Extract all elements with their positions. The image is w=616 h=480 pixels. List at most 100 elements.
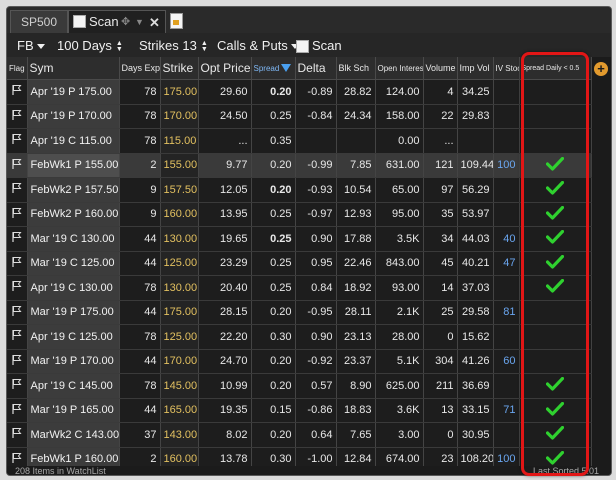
flag-icon[interactable]: [12, 354, 22, 369]
col-opt-price[interactable]: Opt Price: [198, 57, 252, 80]
table-row[interactable]: Mar '19 P 165.00 44 165.00 19.35 0.15 -0.86 18…: [7, 398, 592, 423]
col-flag[interactable]: Flag: [7, 57, 28, 80]
cell-iv-stoc: 40: [493, 226, 520, 252]
scan-checkbox[interactable]: [296, 39, 309, 53]
table-row[interactable]: FebWk2 P 160.00 9 160.00 13.95 0.25 -0.97 12.9…: [7, 202, 592, 227]
col-days-exp[interactable]: Days Exp: [119, 57, 161, 80]
flag-icon[interactable]: [12, 183, 22, 197]
cell-blk-sch: 23.37: [336, 349, 376, 374]
cell-iv-stoc: 100: [493, 153, 520, 178]
flag-icon[interactable]: [12, 305, 22, 320]
flag-icon[interactable]: [12, 158, 22, 173]
table-row[interactable]: Apr '19 C 130.00 78 130.00 20.40 0.25 0.84 18.…: [7, 275, 592, 301]
cell-opt-price: 8.02: [198, 422, 252, 448]
cell-days-exp: 2: [119, 153, 161, 178]
flag-icon[interactable]: [12, 134, 22, 148]
cell-flag: [7, 104, 28, 129]
col-open-interest[interactable]: Open Interest: [375, 57, 424, 80]
cell-delta: 0.90: [295, 226, 337, 252]
flag-icon[interactable]: [12, 256, 22, 271]
cell-open-interest: 0.00: [375, 128, 424, 154]
cell-imp-vol: 29.83: [457, 104, 494, 129]
col-sym[interactable]: Sym: [27, 57, 120, 80]
cell-iv-stoc: [493, 79, 520, 105]
new-tab-icon[interactable]: [170, 13, 183, 29]
symbol-dropdown[interactable]: FB: [17, 37, 45, 55]
cell-days-exp: 78: [119, 275, 161, 301]
flag-icon[interactable]: [12, 281, 22, 295]
cell-opt-price: 28.15: [198, 300, 252, 325]
cell-sym: FebWk1 P 155.00: [27, 153, 120, 178]
cell-blk-sch: 10.54: [336, 177, 376, 203]
cell-strike: 170.00: [160, 104, 199, 129]
stepper-icon[interactable]: ▲ ▼: [116, 40, 123, 53]
cell-spread: 0.25: [251, 275, 296, 301]
move-icon[interactable]: ✥: [121, 11, 130, 34]
cell-open-interest: 2.1K: [375, 300, 424, 325]
table-row[interactable]: Mar '19 C 125.00 44 125.00 23.29 0.25 0.95 22.…: [7, 251, 592, 276]
table-row[interactable]: MarWk2 C 143.00 37 143.00 8.02 0.20 0.64 7.65 3…: [7, 422, 592, 448]
close-icon[interactable]: ✕: [149, 11, 160, 34]
days-label: 100 Days: [57, 38, 112, 53]
cell-open-interest: 93.00: [375, 275, 424, 301]
table-row[interactable]: FebWk1 P 155.00 2 155.00 9.77 0.20 -0.99 7.85 6…: [7, 153, 592, 178]
cell-delta: [295, 128, 337, 154]
cell-imp-vol: 36.69: [457, 373, 494, 399]
header-row: Flag Sym Days Exp Strike Opt Price Sprea…: [7, 57, 592, 80]
table-row[interactable]: Apr '19 C 145.00 78 145.00 10.99 0.20 0.57 8.9…: [7, 373, 592, 399]
cell-blk-sch: 18.92: [336, 275, 376, 301]
flag-icon[interactable]: [12, 232, 22, 246]
table-row[interactable]: FebWk2 P 157.50 9 157.50 12.05 0.20 -0.93 10.5…: [7, 177, 592, 203]
flag-icon[interactable]: [12, 330, 22, 344]
stepper-icon[interactable]: ▲ ▼: [201, 40, 208, 53]
flag-icon[interactable]: [12, 207, 22, 222]
cell-imp-vol: 37.03: [457, 275, 494, 301]
col-delta[interactable]: Delta: [295, 57, 337, 80]
flag-icon[interactable]: [12, 452, 22, 467]
cell-flag: [7, 398, 28, 423]
table-row[interactable]: Apr '19 P 170.00 78 170.00 24.50 0.25 -0.84 24…: [7, 104, 592, 129]
flag-icon[interactable]: [12, 379, 22, 393]
col-spread[interactable]: Spread: [251, 57, 296, 80]
cell-days-exp: 78: [119, 373, 161, 399]
tab-sp500[interactable]: SP500: [10, 10, 68, 34]
flag-icon[interactable]: [12, 85, 22, 99]
scan-label: Scan: [312, 38, 342, 53]
table-row[interactable]: Apr '19 P 175.00 78 175.00 29.60 0.20 -0.89 28…: [7, 79, 592, 105]
col-imp-vol[interactable]: Imp Vol: [457, 57, 494, 80]
days-stepper[interactable]: 100 Days ▲ ▼: [57, 37, 123, 55]
table-row[interactable]: Mar '19 P 175.00 44 175.00 28.15 0.20 -0.95 28…: [7, 300, 592, 325]
col-iv-stoc[interactable]: IV Stoc: [493, 57, 520, 80]
cell-spread: 0.20: [251, 349, 296, 374]
cell-open-interest: 5.1K: [375, 349, 424, 374]
table-row[interactable]: Mar '19 P 170.00 44 170.00 24.70 0.20 -0.92 23…: [7, 349, 592, 374]
scan-checkbox[interactable]: [73, 14, 86, 28]
flag-icon[interactable]: [12, 428, 22, 442]
calls-puts-dropdown[interactable]: Calls & Puts: [217, 37, 299, 55]
flag-icon[interactable]: [12, 403, 22, 418]
scan-popup[interactable]: Scan: [73, 12, 119, 30]
table-row[interactable]: Apr '19 C 125.00 78 125.00 22.20 0.30 0.90 23.…: [7, 324, 592, 350]
strikes-label: Strikes 13: [139, 38, 197, 53]
scan-toggle[interactable]: Scan: [296, 37, 342, 55]
cell-flag: [7, 177, 28, 203]
cell-strike: 165.00: [160, 398, 199, 423]
strikes-stepper[interactable]: Strikes 13 ▲ ▼: [139, 37, 208, 55]
cell-opt-price: 29.60: [198, 79, 252, 105]
cell-iv-stoc: [493, 324, 520, 350]
cell-spread: 0.25: [251, 104, 296, 129]
chevron-down-icon[interactable]: ▼: [135, 11, 144, 34]
cell-open-interest: 95.00: [375, 202, 424, 227]
cell-blk-sch: 28.11: [336, 300, 376, 325]
add-column-button[interactable]: +: [594, 62, 608, 76]
col-volume[interactable]: Volume: [423, 57, 458, 80]
table-row[interactable]: Mar '19 C 130.00 44 130.00 19.65 0.25 0.90 17.…: [7, 226, 592, 252]
table-row[interactable]: Apr '19 C 115.00 78 115.00... 0.35 0.00...: [7, 128, 592, 154]
cell-sym: Apr '19 C 125.00: [27, 324, 120, 350]
flag-icon[interactable]: [12, 109, 22, 124]
chevron-down-icon: [36, 44, 45, 50]
col-strike[interactable]: Strike: [160, 57, 199, 80]
cell-spread: 0.30: [251, 324, 296, 350]
cell-flag: [7, 251, 28, 276]
col-blk-sch[interactable]: Blk Sch: [336, 57, 376, 80]
